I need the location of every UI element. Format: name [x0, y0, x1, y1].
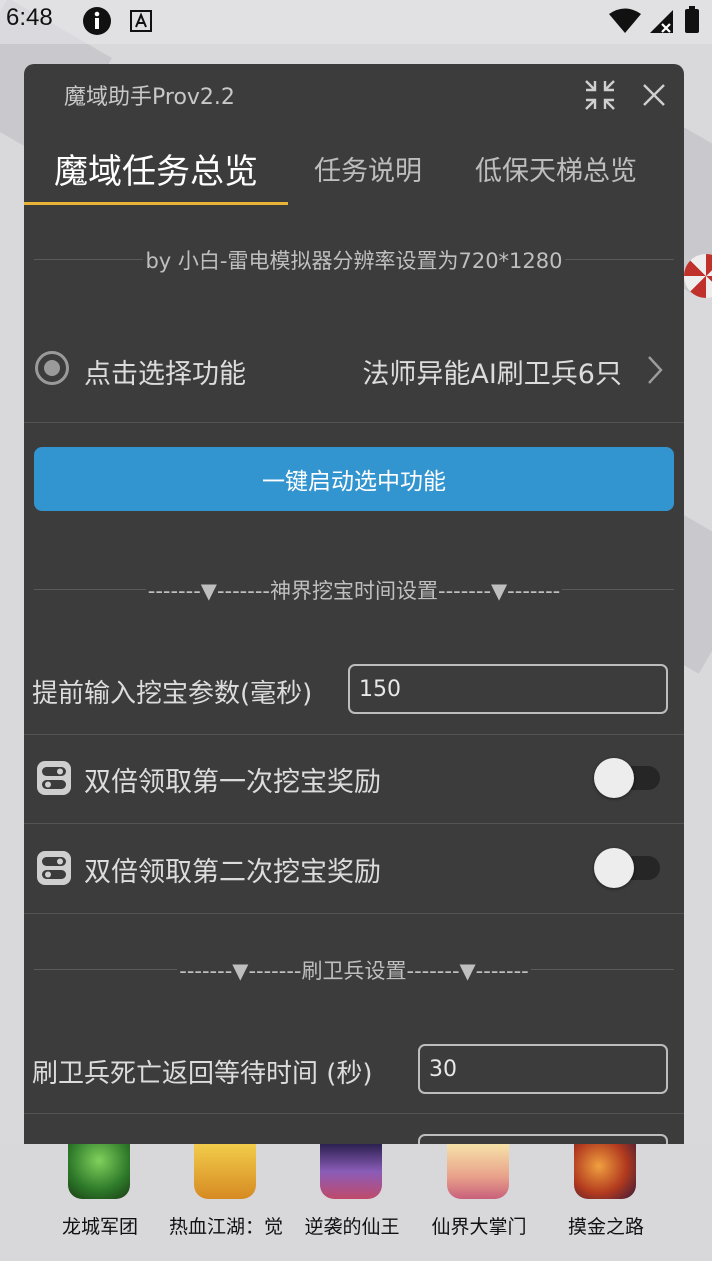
tab-instructions[interactable]: 任务说明 [288, 132, 448, 204]
status-time: 6:48 [6, 4, 53, 31]
tab-bar: 魔域任务总览 任务说明 低保天梯总览 [24, 132, 684, 204]
start-button[interactable]: 一键启动选中功能 [34, 447, 674, 511]
treasure-param-input[interactable]: 150 [348, 664, 668, 714]
active-tab-indicator [24, 202, 288, 205]
title-bar[interactable]: 魔域助手Prov2.2 [24, 64, 684, 124]
first-reward-switch[interactable] [594, 756, 662, 800]
info-text: by 小白-雷电模拟器分辨率设置为720*1280 [143, 249, 565, 273]
row-separator [24, 823, 684, 824]
toggle-label-first-reward: 双倍领取第一次挖宝奖励 [84, 767, 381, 798]
zhangmen-game-icon [447, 1144, 509, 1199]
guard-wait-input[interactable]: 30 [418, 1044, 668, 1094]
accessibility-icon [130, 10, 152, 32]
row-separator [24, 1113, 684, 1114]
tab-ladder-label: 低保天梯总览 [475, 155, 637, 187]
minimize-icon[interactable] [583, 78, 617, 112]
status-bar: 6:48 [0, 0, 712, 44]
second-reward-switch[interactable] [594, 846, 662, 890]
mojin-game-icon [574, 1144, 636, 1199]
selected-function-value: 法师异能AI刷卫兵6只 [362, 359, 622, 390]
info-icon [83, 7, 111, 35]
tab-overview[interactable]: 魔域任务总览 [24, 132, 288, 204]
select-function-label: 点击选择功能 [84, 359, 246, 390]
wifi-icon [609, 8, 641, 33]
chevron-right-icon [648, 356, 663, 384]
dock-app-label: 热血江湖：觉 [168, 1216, 283, 1238]
treasure-param-label: 提前输入挖宝参数(毫秒) [32, 679, 313, 709]
section-treasure-header: -------▼-------神界挖宝时间设置-------▼------- [145, 579, 563, 603]
dock-app-label: 龙城军团 [61, 1216, 138, 1238]
toggle-settings-icon [37, 761, 71, 795]
row-separator [24, 422, 684, 423]
select-function-row[interactable]: 点击选择功能 法师异能AI刷卫兵6只 [24, 334, 684, 424]
tab-instructions-label: 任务说明 [314, 155, 422, 187]
app-title: 魔域助手Prov2.2 [64, 85, 235, 110]
launcher-dock: 龙城军团 热血江湖：觉 逆袭的仙王 仙界大掌门 摸金之路 [0, 1144, 712, 1261]
signal-icon [650, 10, 673, 33]
tab-overview-label: 魔域任务总览 [54, 151, 258, 192]
battery-icon [685, 6, 699, 33]
row-separator [24, 913, 684, 914]
jianghu-game-icon [194, 1144, 256, 1199]
close-icon[interactable] [637, 78, 671, 112]
next-input-partial[interactable] [418, 1134, 668, 1144]
guard-wait-label: 刷卫兵死亡返回等待时间 (秒) [32, 1059, 373, 1089]
section-guard-header: -------▼-------刷卫兵设置-------▼------- [177, 959, 531, 983]
dragon-game-icon [68, 1144, 130, 1199]
assistant-panel: 魔域助手Prov2.2 魔域任务总览 任务说明 低保天梯总览 by 小白-雷电模… [24, 64, 684, 1144]
function-radio[interactable] [35, 351, 69, 385]
toggle-label-second-reward: 双倍领取第二次挖宝奖励 [84, 857, 381, 888]
xianwang-game-icon [320, 1144, 382, 1199]
dock-app-label: 仙界大掌门 [431, 1216, 527, 1238]
row-separator [24, 734, 684, 735]
dock-app-label: 逆袭的仙王 [304, 1216, 400, 1238]
toggle-settings-icon [37, 851, 71, 885]
dock-app-label: 摸金之路 [567, 1216, 644, 1238]
tab-ladder[interactable]: 低保天梯总览 [448, 132, 664, 204]
